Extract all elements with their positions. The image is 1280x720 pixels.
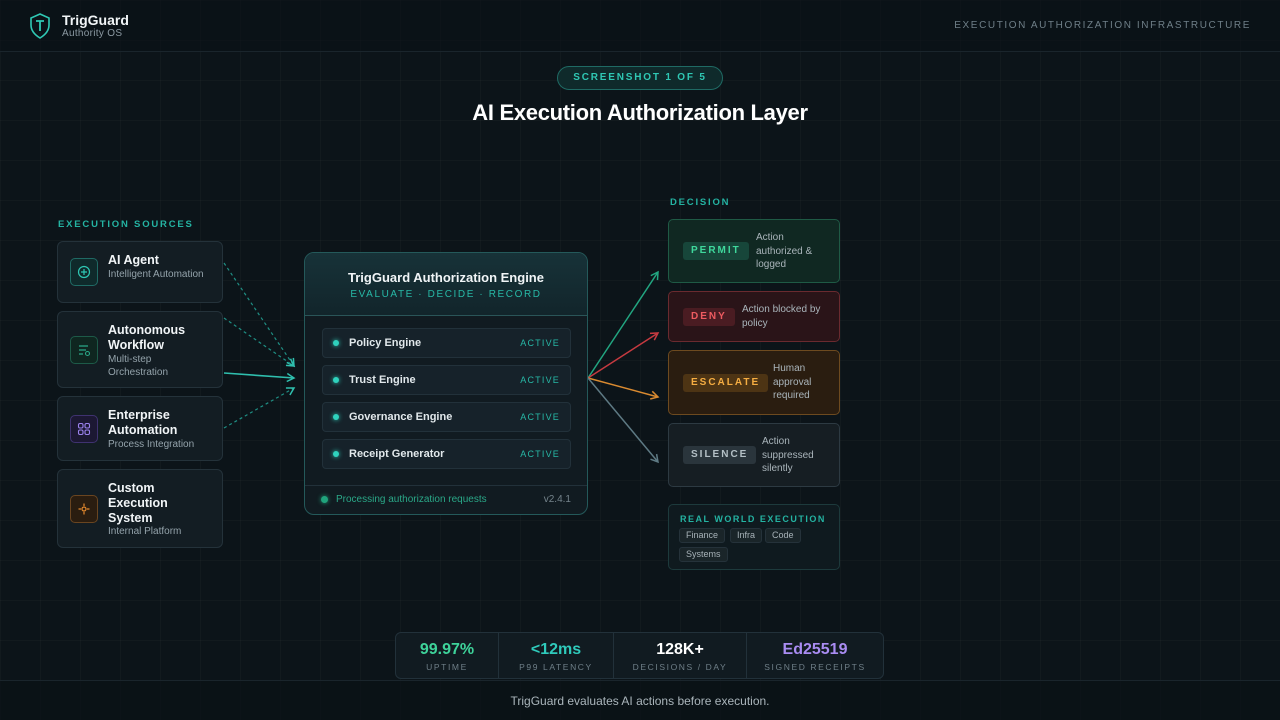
source-card-custom-system[interactable]: Custom Execution System Internal Platfor… xyxy=(57,469,223,548)
stat-value: <12ms xyxy=(530,641,582,658)
stat-decisions: 128K+ DECISIONS / DAY xyxy=(614,633,746,678)
stat-label: SIGNED RECEIPTS xyxy=(764,662,866,672)
module-governance-engine[interactable]: Governance Engine ACTIVE xyxy=(322,402,571,432)
connector-autonomous-workflow xyxy=(223,317,296,367)
source-title: Autonomous Workflow xyxy=(108,323,186,352)
permit-description: Action authorized & logged xyxy=(756,232,813,270)
authorization-engine-card: TrigGuard Authorization Engine EVALUATE … xyxy=(304,252,588,515)
permit-badge: PERMIT xyxy=(683,242,749,260)
module-name: Trust Engine xyxy=(349,374,416,386)
module-policy-engine[interactable]: Policy Engine ACTIVE xyxy=(322,328,571,358)
silence-description: Action suppressed silently xyxy=(762,436,814,474)
stat-label: DECISIONS / DAY xyxy=(632,662,728,672)
screenshot-pill: SCREENSHOT 1 OF 5 xyxy=(557,66,723,90)
chip-finance[interactable]: Finance xyxy=(679,528,726,543)
decision-silence[interactable]: SILENCE Action suppressed silently xyxy=(668,423,840,487)
engine-version: v2.4.1 xyxy=(543,494,571,505)
status-dot-icon xyxy=(333,414,339,420)
stat-latency: <12ms P99 LATENCY xyxy=(499,633,613,678)
status-dot-icon xyxy=(333,451,339,457)
source-title: AI Agent xyxy=(108,253,159,267)
engine-title: TrigGuard Authorization Engine xyxy=(348,270,544,285)
shield-logo-icon xyxy=(30,13,50,39)
decision-escalate[interactable]: ESCALATE Human approval required xyxy=(668,350,840,415)
connector-deny xyxy=(587,332,660,379)
stat-uptime: 99.97% UPTIME xyxy=(396,633,498,678)
real-world-label: REAL WORLD EXECUTION xyxy=(680,514,826,524)
source-subtitle: Intelligent Automation xyxy=(108,269,204,280)
escalate-description: Human approval required xyxy=(773,363,812,401)
chip-systems[interactable]: Systems xyxy=(679,547,728,562)
stats-bar: 99.97% UPTIME <12ms P99 LATENCY 128K+ DE… xyxy=(395,632,884,679)
escalate-badge: ESCALATE xyxy=(683,374,769,392)
header-tagline: EXECUTION AUTHORIZATION INFRASTRUCTURE xyxy=(954,20,1251,31)
deny-description: Action blocked by policy xyxy=(742,304,821,329)
decision-section-label: DECISION xyxy=(670,197,731,208)
module-status: ACTIVE xyxy=(520,412,560,422)
engine-footer: Processing authorization requests v2.4.1 xyxy=(305,485,587,514)
chip-infra[interactable]: Infra xyxy=(730,528,763,543)
source-title: Enterprise Automation xyxy=(108,408,178,437)
target-icon xyxy=(70,495,98,523)
real-world-execution-panel: REAL WORLD EXECUTION Finance Infra Code … xyxy=(668,504,840,570)
source-subtitle: Process Integration xyxy=(108,439,195,450)
connector-custom-system xyxy=(223,387,296,429)
source-card-autonomous-workflow[interactable]: Autonomous Workflow Multi-step Orchestra… xyxy=(57,311,223,388)
page-title: AI Execution Authorization Layer xyxy=(472,100,808,125)
status-dot-icon xyxy=(333,340,339,346)
module-status: ACTIVE xyxy=(520,449,560,459)
stat-receipts: Ed25519 SIGNED RECEIPTS xyxy=(747,633,883,678)
status-dot-icon xyxy=(333,377,339,383)
deny-badge: DENY xyxy=(683,308,735,326)
module-status: ACTIVE xyxy=(520,338,560,348)
sources-section-label: EXECUTION SOURCES xyxy=(58,219,194,230)
processing-status: Processing authorization requests xyxy=(336,494,487,505)
module-status: ACTIVE xyxy=(520,375,560,385)
grid-icon xyxy=(70,415,98,443)
footer-text: TrigGuard evaluates AI actions before ex… xyxy=(510,694,770,708)
source-subtitle: Internal Platform xyxy=(108,526,182,537)
connector-silence xyxy=(587,377,659,464)
plus-circle-icon xyxy=(70,258,98,286)
stat-value: Ed25519 xyxy=(782,641,848,658)
processing-dot-icon xyxy=(321,496,328,503)
engine-header: TrigGuard Authorization Engine EVALUATE … xyxy=(305,253,587,316)
stat-value: 99.97% xyxy=(419,641,475,658)
footer-bar: TrigGuard evaluates AI actions before ex… xyxy=(0,680,1280,720)
decision-deny[interactable]: DENY Action blocked by policy xyxy=(668,291,840,342)
source-subtitle: Multi-step Orchestration xyxy=(108,354,169,378)
module-name: Governance Engine xyxy=(349,411,453,423)
decision-permit[interactable]: PERMIT Action authorized & logged xyxy=(668,219,840,283)
brand-name: TrigGuard xyxy=(62,12,129,28)
chip-code[interactable]: Code xyxy=(765,528,801,543)
module-trust-engine[interactable]: Trust Engine ACTIVE xyxy=(322,365,571,395)
source-title: Custom Execution System xyxy=(108,481,168,525)
stat-label: UPTIME xyxy=(426,662,468,672)
source-card-ai-agent[interactable]: AI Agent Intelligent Automation xyxy=(57,241,223,303)
stat-value: 128K+ xyxy=(656,641,704,658)
brand-subtitle: Authority OS xyxy=(62,28,123,39)
module-name: Receipt Generator xyxy=(349,448,445,460)
workflow-icon xyxy=(70,336,98,364)
connector-permit xyxy=(587,270,659,379)
connector-escalate xyxy=(587,377,660,400)
module-receipt-generator[interactable]: Receipt Generator ACTIVE xyxy=(322,439,571,469)
silence-badge: SILENCE xyxy=(683,446,757,464)
connector-ai-agent xyxy=(223,262,295,368)
stat-label: P99 LATENCY xyxy=(519,662,593,672)
connector-enterprise-automation xyxy=(223,372,296,383)
source-card-enterprise-automation[interactable]: Enterprise Automation Process Integratio… xyxy=(57,396,223,461)
module-name: Policy Engine xyxy=(349,337,422,349)
engine-tagline: EVALUATE · DECIDE · RECORD xyxy=(350,289,542,300)
